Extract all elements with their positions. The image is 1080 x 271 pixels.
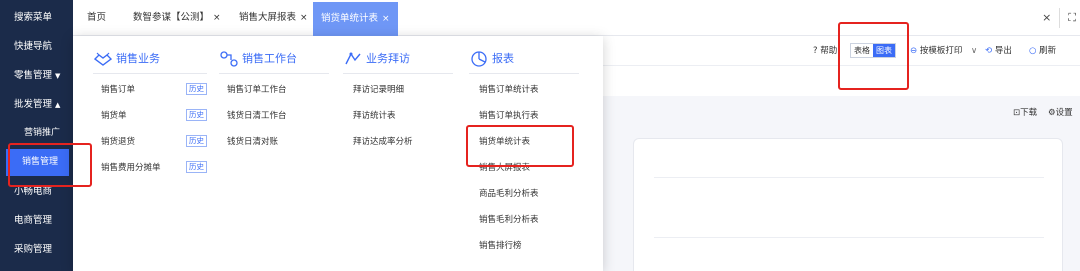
sidebar-item-label: 零售管理 [14,70,53,81]
tab-label: 销售大屏报表 [239,12,297,23]
menu-item-visit-stats[interactable]: 拜访统计表 [353,109,396,121]
divider [469,73,579,74]
sidebar-item-label: 快捷导航 [14,41,53,52]
sidebar-item-label: 批发管理 [14,99,53,110]
print-label: 按模板打印 [919,46,963,56]
highlight-box-sales-management [8,143,92,187]
refresh-label: 刷新 [1039,46,1057,56]
history-badge[interactable]: 历史 [186,109,207,121]
tab-sales-slip-stats[interactable]: 销货单统计表 × [313,2,398,36]
history-badge[interactable]: 历史 [186,135,207,147]
help-label: 帮助 [820,46,838,56]
menu-item-order-workbench[interactable]: 销售订单工作台 [227,83,287,95]
download-label: 下载 [1020,108,1038,118]
sidebar-item-label: 采购管理 [14,244,53,255]
menu-section-title: 销售工作台 [242,52,297,65]
sidebar-item-wholesale[interactable]: 批发管理 ▲ [0,91,73,118]
menu-item-sales-order-stats[interactable]: 销售订单统计表 [479,83,539,95]
menu-section-title: 销售业务 [116,52,160,65]
template-print-button[interactable]: ⊖ 按模板打印 ∨ [910,44,977,56]
tab-home[interactable]: 首页 [79,5,114,31]
menu-item-visit-records[interactable]: 拜访记录明细 [353,83,404,95]
menu-section-sales-workbench: 销售工作台 [219,49,329,74]
chart-card [633,138,1063,271]
print-icon: ⊖ [910,46,918,56]
menu-section-title: 报表 [492,52,514,65]
handshake-icon [93,50,113,68]
caret-down-icon: ▼ [55,72,61,80]
divider [219,73,329,74]
tab-label: 首页 [87,12,107,23]
divider [93,73,207,74]
close-icon[interactable]: × [382,14,390,24]
menu-item-visit-achievement[interactable]: 拜访达成率分析 [353,135,413,147]
menu-section-reports: 报表 [469,49,579,74]
menu-item-sales-slip[interactable]: 销货单 [101,109,127,121]
menu-section-title: 业务拜访 [366,52,410,65]
divider [343,73,453,74]
menu-section-sales-business: 销售业务 [93,49,207,74]
close-all-icon[interactable]: × [1042,11,1051,24]
caret-up-icon: ▲ [55,101,61,109]
close-icon[interactable]: × [300,13,308,23]
menu-item-daily-clearing-reconcile[interactable]: 钱货日清对账 [227,135,278,147]
close-icon[interactable]: × [213,13,221,23]
menu-section-business-visits: 业务拜访 [343,49,453,74]
chevron-down-icon[interactable]: ∨ [971,46,977,56]
question-icon: ? [813,46,818,56]
export-label: 导出 [994,46,1012,56]
history-badge[interactable]: 历史 [186,83,207,95]
tab-bar: 首页 数智参谋【公测】 × 销售大屏报表 × 销货单统计表 × × ⛶ [73,0,1080,36]
menu-item-daily-clearing-workbench[interactable]: 钱货日清工作台 [227,109,287,121]
menu-item-product-margin[interactable]: 商品毛利分析表 [479,187,539,199]
settings-label: 设置 [1055,108,1073,118]
divider [654,237,1044,238]
sidebar: 搜索菜单 快捷导航 零售管理 ▼ 批发管理 ▲ 营销推广 销售管理 小畅电商 电商管… [0,0,73,271]
fullscreen-icon[interactable]: ⛶ [1068,11,1076,24]
highlight-box-sales-slip-stats [466,125,574,167]
tab-label: 数智参谋【公测】 [133,12,210,23]
sidebar-item-retail[interactable]: 零售管理 ▼ [0,62,73,89]
visit-icon [343,50,363,68]
sidebar-item-quick-nav[interactable]: 快捷导航 [0,33,73,60]
download-button[interactable]: ⊡下载 [1013,106,1037,118]
sidebar-item-label: 电商管理 [14,215,53,226]
menu-item-expense-allocation[interactable]: 销售费用分摊单 [101,161,161,173]
refresh-icon: ○ [1029,46,1037,56]
sidebar-item-purchase[interactable]: 采购管理 [0,236,73,263]
gear-icon: ⚙ [1048,108,1056,118]
help-button[interactable]: ? 帮助 [813,44,837,56]
tab-data-advisor[interactable]: 数智参谋【公测】 × [125,5,229,31]
settings-button[interactable]: ⚙设置 [1048,106,1073,118]
menu-item-sales-margin[interactable]: 销售毛利分析表 [479,213,539,225]
export-button[interactable]: ⟲ 导出 [985,44,1012,56]
sidebar-item-label: 搜索菜单 [14,12,53,23]
sidebar-item-ecommerce[interactable]: 电商管理 [0,207,73,234]
tab-label: 销货单统计表 [321,13,379,24]
refresh-button[interactable]: ○ 刷新 [1029,44,1056,56]
workflow-icon [219,50,239,68]
divider [1059,8,1061,28]
sidebar-item-label: 营销推广 [24,128,61,138]
export-icon: ⟲ [985,46,993,56]
sidebar-item-search-menu[interactable]: 搜索菜单 [0,4,73,31]
sidebar-item-label: 小畅电商 [14,186,53,197]
report-icon [469,50,489,68]
menu-item-sales-order-execution[interactable]: 销售订单执行表 [479,109,539,121]
history-badge[interactable]: 历史 [186,161,207,173]
divider [654,177,1044,178]
menu-item-sales-return[interactable]: 销货退货 [101,135,135,147]
tabbar-controls: × ⛶ [1042,8,1076,28]
tab-sales-dashboard[interactable]: 销售大屏报表 × [231,5,316,31]
menu-item-sales-ranking[interactable]: 销售排行榜 [479,239,522,251]
menu-item-sales-order[interactable]: 销售订单 [101,83,135,95]
highlight-box-view-toggle [838,22,909,90]
